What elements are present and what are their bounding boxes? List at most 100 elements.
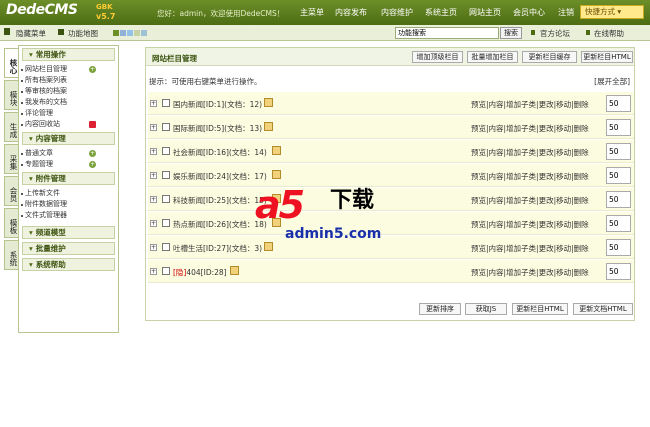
- sort-order-input[interactable]: [606, 215, 631, 232]
- sidebar-section-help[interactable]: ▾ 系统帮助: [22, 258, 115, 271]
- edit-icon[interactable]: [272, 146, 281, 155]
- quick-menu-button[interactable]: 快捷方式 ▾: [580, 5, 644, 19]
- channel-name[interactable]: 社会新闻[ID:16](文档：14): [173, 147, 267, 158]
- sidebar-section-batch[interactable]: ▾ 批量维护: [22, 242, 115, 255]
- sidebar-item-topics[interactable]: 专题管理 +: [19, 159, 118, 170]
- batch-add-channel-button[interactable]: 批量增加栏目: [467, 51, 518, 63]
- sitemap-link[interactable]: 功能地图: [68, 28, 98, 39]
- sidebar-section-content[interactable]: ▾ 内容管理: [22, 132, 115, 145]
- channel-name[interactable]: 吐槽生活[ID:27](文档：3): [173, 243, 262, 254]
- channel-name[interactable]: 国内新闻[ID:1](文档：12): [173, 99, 262, 110]
- sort-order-input[interactable]: [606, 119, 631, 136]
- row-actions[interactable]: 预览|内容|增加子类|更改|移动|删除: [471, 99, 589, 110]
- sidebar-item-my-docs[interactable]: 我发布的文档: [19, 97, 118, 108]
- vtab-generate[interactable]: 生成: [4, 112, 18, 142]
- sidebar-item-pending-docs[interactable]: 等审核的档案: [19, 86, 118, 97]
- nav-member-center[interactable]: 会员中心: [513, 7, 545, 18]
- expand-icon[interactable]: +: [150, 172, 157, 179]
- update-sort-button[interactable]: 更新排序: [419, 303, 461, 315]
- sort-order-input[interactable]: [606, 263, 631, 280]
- function-search-input[interactable]: [395, 27, 499, 39]
- row-checkbox[interactable]: [162, 267, 170, 275]
- theme-swatch[interactable]: [134, 30, 140, 36]
- sidebar-item-attach-data[interactable]: 附件数据管理: [19, 199, 118, 210]
- row-actions[interactable]: 预览|内容|增加子类|更改|移动|删除: [471, 219, 589, 230]
- theme-swatch[interactable]: [120, 30, 126, 36]
- hide-menu-link[interactable]: 隐藏菜单: [16, 28, 46, 39]
- expand-icon[interactable]: +: [150, 100, 157, 107]
- expand-icon[interactable]: +: [150, 244, 157, 251]
- row-actions[interactable]: 预览|内容|增加子类|更改|移动|删除: [471, 147, 589, 158]
- row-actions[interactable]: 预览|内容|增加子类|更改|移动|删除: [471, 267, 589, 278]
- vtab-system[interactable]: 系统: [4, 240, 18, 270]
- add-icon[interactable]: +: [89, 150, 96, 157]
- search-button[interactable]: 搜索: [500, 27, 522, 39]
- sort-order-input[interactable]: [606, 167, 631, 184]
- sidebar-item-channel-manage[interactable]: 网站栏目管理 +: [19, 64, 118, 75]
- expand-icon[interactable]: +: [150, 124, 157, 131]
- update-cache-button[interactable]: 更新栏目缓存: [522, 51, 577, 63]
- expand-icon[interactable]: +: [150, 196, 157, 203]
- row-actions[interactable]: 预览|内容|增加子类|更改|移动|删除: [471, 171, 589, 182]
- sidebar-section-attachments[interactable]: ▾ 附件管理: [22, 172, 115, 185]
- expand-icon[interactable]: +: [150, 268, 157, 275]
- edit-icon[interactable]: [264, 98, 273, 107]
- edit-icon[interactable]: [230, 266, 239, 275]
- sort-order-input[interactable]: [606, 239, 631, 256]
- nav-logout[interactable]: 注销: [558, 7, 574, 18]
- row-checkbox[interactable]: [162, 195, 170, 203]
- nav-system-home[interactable]: 系统主页: [425, 7, 457, 18]
- channel-name[interactable]: [隐]404[ID:28]: [173, 267, 227, 278]
- theme-swatch[interactable]: [141, 30, 147, 36]
- theme-swatch[interactable]: [113, 30, 119, 36]
- nav-content-publish[interactable]: 内容发布: [335, 7, 367, 18]
- row-actions[interactable]: 预览|内容|增加子类|更改|移动|删除: [471, 195, 589, 206]
- sidebar-item-articles[interactable]: 普通文章 +: [19, 148, 118, 159]
- row-checkbox[interactable]: [162, 99, 170, 107]
- edit-icon[interactable]: [264, 122, 273, 131]
- channel-name[interactable]: 娱乐新闻[ID:24](文档：17): [173, 171, 267, 182]
- update-doc-html-button[interactable]: 更新文档HTML: [573, 303, 633, 315]
- sort-order-input[interactable]: [606, 95, 631, 112]
- nav-main-menu[interactable]: 主菜单: [300, 7, 324, 18]
- sidebar-item-all-docs[interactable]: 所有档案列表: [19, 75, 118, 86]
- sidebar-item-upload[interactable]: 上传新文件: [19, 188, 118, 199]
- row-checkbox[interactable]: [162, 147, 170, 155]
- sort-order-input[interactable]: [606, 191, 631, 208]
- sidebar-item-comments[interactable]: 评论管理: [19, 108, 118, 119]
- row-actions[interactable]: 预览|内容|增加子类|更改|移动|删除: [471, 243, 589, 254]
- sidebar-section-common[interactable]: ▾ 常用操作: [22, 48, 115, 61]
- vtab-collect[interactable]: 采集: [4, 144, 18, 174]
- vtab-member[interactable]: 会员: [4, 176, 18, 206]
- vtab-core[interactable]: 核心: [4, 48, 18, 78]
- expand-all-link[interactable]: [展开全部]: [594, 76, 630, 87]
- theme-swatch[interactable]: [127, 30, 133, 36]
- add-top-channel-button[interactable]: 增加顶级栏目: [412, 51, 463, 63]
- expand-icon[interactable]: +: [150, 220, 157, 227]
- add-icon[interactable]: +: [89, 161, 96, 168]
- vtab-template[interactable]: 模板: [4, 208, 18, 238]
- row-checkbox[interactable]: [162, 219, 170, 227]
- expand-icon[interactable]: +: [150, 148, 157, 155]
- channel-name[interactable]: 国际新闻[ID:5](文档：13): [173, 123, 262, 134]
- update-channel-html-button[interactable]: 更新栏目HTML: [581, 51, 633, 63]
- edit-icon[interactable]: [264, 242, 273, 251]
- nav-site-home[interactable]: 网站主页: [469, 7, 501, 18]
- row-checkbox[interactable]: [162, 171, 170, 179]
- add-icon[interactable]: +: [89, 66, 96, 73]
- nav-content-maintain[interactable]: 内容维护: [381, 7, 413, 18]
- row-checkbox[interactable]: [162, 123, 170, 131]
- channel-name[interactable]: 热点新闻[ID:26](文档：18): [173, 219, 267, 230]
- sort-order-input[interactable]: [606, 143, 631, 160]
- vtab-modules[interactable]: 模块: [4, 80, 18, 110]
- row-checkbox[interactable]: [162, 243, 170, 251]
- row-actions[interactable]: 预览|内容|增加子类|更改|移动|删除: [471, 123, 589, 134]
- official-forum-link[interactable]: 官方论坛: [540, 28, 570, 39]
- channel-name[interactable]: 科技新闻[ID:25](文档：15): [173, 195, 267, 206]
- recycle-icon[interactable]: [89, 121, 96, 128]
- get-js-button[interactable]: 获取JS: [465, 303, 507, 315]
- edit-icon[interactable]: [272, 170, 281, 179]
- online-help-link[interactable]: 在线帮助: [594, 28, 624, 39]
- sidebar-section-channel-model[interactable]: ▾ 频道模型: [22, 226, 115, 239]
- update-channel-html-footer-button[interactable]: 更新栏目HTML: [512, 303, 568, 315]
